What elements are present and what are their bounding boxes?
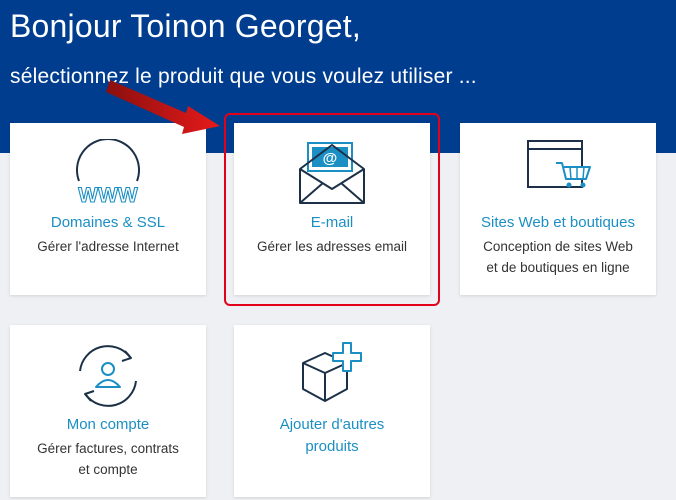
product-description: Gérer l'adresse Internet: [37, 239, 179, 254]
website-cart-icon: [460, 139, 656, 191]
product-title: Ajouter d'autres: [279, 416, 385, 433]
globe-www-icon: WWW: [10, 139, 206, 207]
product-title: produits: [305, 438, 359, 455]
product-description: Conception de sites Web: [483, 239, 633, 254]
box-plus-icon: [234, 339, 430, 405]
product-card-add-products[interactable]: Ajouter d'autres produits: [234, 325, 430, 497]
page-title: Bonjour Toinon Georget,: [10, 8, 361, 44]
product-card-account[interactable]: Mon compte Gérer factures, contrats et c…: [10, 325, 206, 497]
page-subtitle: sélectionnez le produit que vous voulez …: [10, 65, 477, 88]
svg-text:WWW: WWW: [78, 184, 138, 207]
product-title: Domaines & SSL: [50, 214, 166, 231]
product-title: Mon compte: [66, 416, 150, 433]
product-description: Gérer factures, contrats: [37, 441, 179, 456]
product-card-websites[interactable]: Sites Web et boutiques Conception de sit…: [460, 123, 656, 295]
product-card-domains[interactable]: WWW Domaines & SSL Gérer l'adresse Inter…: [10, 123, 206, 295]
product-description: et compte: [78, 462, 138, 477]
product-description: et de boutiques en ligne: [486, 260, 630, 275]
highlight-frame: [224, 113, 440, 306]
account-user-icon: [10, 343, 206, 409]
product-title: Sites Web et boutiques: [481, 214, 635, 231]
